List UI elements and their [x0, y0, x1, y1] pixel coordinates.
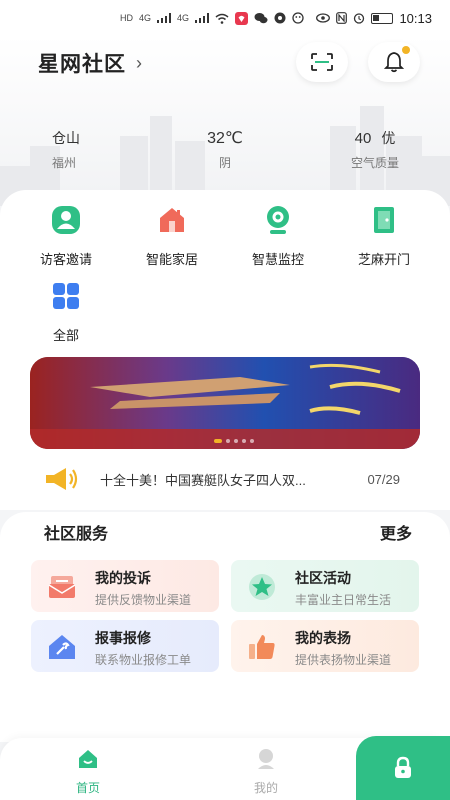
- aqi-level: 优: [381, 130, 396, 146]
- top-header: 星网社区 ›: [0, 40, 450, 86]
- services-title: 社区服务: [44, 526, 109, 543]
- grid-icon: [53, 283, 79, 309]
- district-label: 仓山: [52, 130, 80, 146]
- hd-label: HD: [120, 13, 133, 23]
- service-card-subtitle: 丰富业主日常生活: [295, 593, 392, 607]
- city-label: 福州: [52, 156, 77, 170]
- quick-action-label: 智能家居: [145, 252, 198, 267]
- quick-action-label: 智慧监控: [251, 252, 304, 267]
- banner-dot: [242, 439, 246, 443]
- scan-icon: [311, 53, 333, 71]
- door-icon: [374, 207, 394, 233]
- status-bar: HD 4G 4G 10:13: [0, 0, 450, 36]
- app-notification-icon: [235, 11, 249, 25]
- news-date: 07/29: [367, 471, 400, 487]
- weather-air-quality: 40 优 空气质量: [300, 128, 450, 171]
- visitor-icon: [52, 206, 80, 234]
- lock-icon: [395, 756, 411, 778]
- signal-icon: [157, 13, 172, 23]
- quick-action-monitor[interactable]: 智慧监控: [233, 204, 323, 268]
- network-label-2: 4G: [177, 13, 190, 23]
- nfc-icon: [336, 12, 348, 24]
- notification-button[interactable]: [368, 42, 420, 82]
- banner-dot: [226, 439, 230, 443]
- repair-icon: [49, 635, 75, 659]
- quick-action-all[interactable]: 全部: [21, 280, 111, 344]
- complaint-icon: [48, 576, 76, 598]
- smart-home-icon: [160, 208, 184, 232]
- eye-icon: [316, 13, 331, 23]
- quick-action-visitor[interactable]: 访客邀请: [21, 204, 111, 268]
- megaphone-icon: [46, 468, 78, 490]
- banner-dot: [250, 439, 254, 443]
- service-card-title: 社区活动: [295, 570, 351, 586]
- star-icon: [249, 574, 275, 600]
- quick-action-label: 芝麻开门: [357, 252, 410, 267]
- weather-temperature: 32℃ 阴: [150, 128, 300, 171]
- quick-action-door[interactable]: 芝麻开门: [339, 204, 429, 268]
- service-card-subtitle: 提供表扬物业渠道: [295, 653, 392, 667]
- tab-home-label: 首页: [75, 781, 100, 795]
- banner-indicator: [214, 439, 254, 443]
- service-card-title: 我的表扬: [295, 630, 351, 646]
- news-headline: 十全十美！中国赛艇队女子四人双...: [100, 472, 306, 488]
- wifi-icon: [215, 13, 229, 24]
- quick-action-smart-home[interactable]: 智能家居: [127, 204, 217, 268]
- aqi-label: 空气质量: [350, 156, 399, 170]
- service-card-title: 报事报修: [95, 630, 151, 646]
- service-card-activity[interactable]: 社区活动 丰富业主日常生活: [231, 560, 419, 612]
- aqi-value: 40: [354, 130, 372, 147]
- banner-carousel[interactable]: [30, 357, 420, 449]
- quick-action-label: 全部: [52, 328, 79, 343]
- messenger-icon: [274, 12, 286, 24]
- news-ticker[interactable]: 十全十美！中国赛艇队女子四人双... 07/29: [0, 462, 450, 496]
- community-name[interactable]: 星网社区: [38, 48, 126, 78]
- service-card-repair[interactable]: 报事报修 联系物业报修工单: [31, 620, 219, 672]
- battery-icon: [371, 12, 394, 24]
- service-card-subtitle: 联系物业报修工单: [95, 653, 192, 667]
- service-card-subtitle: 提供反馈物业渠道: [95, 593, 192, 607]
- camera-icon: [267, 206, 289, 234]
- scan-button[interactable]: [296, 42, 348, 82]
- weather-condition: 阴: [218, 156, 231, 170]
- status-time: 10:13: [399, 10, 432, 26]
- tab-mine[interactable]: 我的: [236, 748, 296, 796]
- unlock-button[interactable]: [356, 736, 450, 800]
- service-card-complaint[interactable]: 我的投诉 提供反馈物业渠道: [31, 560, 219, 612]
- bell-icon: [384, 52, 404, 73]
- misc-app-icon: [292, 12, 304, 24]
- status-left: HD 4G 4G: [120, 11, 304, 25]
- service-card-praise[interactable]: 我的表扬 提供表扬物业渠道: [231, 620, 419, 672]
- tab-mine-label: 我的: [253, 781, 278, 795]
- weather-section: 仓山 福州 32℃ 阴 40 优 空气质量: [0, 128, 450, 171]
- signal-icon-2: [195, 13, 210, 23]
- wechat-icon: [254, 13, 268, 24]
- banner-dot-active: [214, 439, 222, 443]
- weather-location: 仓山 福州: [0, 128, 150, 171]
- user-icon: [258, 749, 274, 769]
- quick-action-label: 访客邀请: [39, 252, 92, 267]
- alarm-icon: [354, 13, 365, 24]
- network-label: 4G: [139, 13, 152, 23]
- chevron-right-icon[interactable]: ›: [136, 53, 142, 74]
- banner-image: [30, 357, 420, 449]
- temperature-value: 32℃: [207, 130, 243, 147]
- notification-dot: [402, 46, 410, 54]
- status-right: 10:13: [316, 11, 432, 26]
- services-more-link[interactable]: 更多: [380, 520, 412, 544]
- service-card-title: 我的投诉: [95, 570, 151, 586]
- banner-dot: [234, 439, 238, 443]
- home-icon: [79, 750, 97, 768]
- tab-home[interactable]: 首页: [58, 748, 118, 796]
- thumbs-up-icon: [249, 635, 275, 659]
